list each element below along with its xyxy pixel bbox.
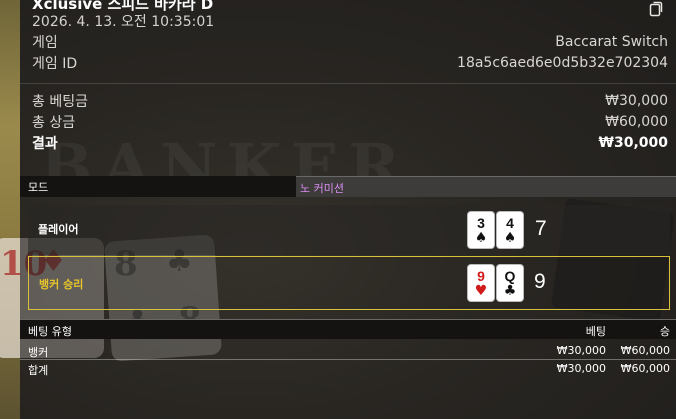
game-history-panel: Xclusive 스피드 바카라 D 2026. 4. 13. 오전 10:35… — [20, 0, 676, 419]
bet-amount-cell: ₩30,000 — [556, 344, 606, 357]
game-value: Baccarat Switch — [555, 34, 668, 50]
game-id-value[interactable]: 18a5c6aed6e0d5b32e702304 — [457, 55, 668, 71]
banker-score: 9 — [534, 270, 546, 293]
banker-result: 뱅커 승리 9 ♥ Q ♣ 9 — [28, 256, 670, 310]
club-icon: ♣ — [503, 282, 517, 299]
card-rank: 9 — [477, 267, 485, 284]
spade-icon: ♠ — [474, 229, 488, 246]
bet-amount-header: 베팅 — [585, 325, 606, 338]
bet-table-header: 베팅 유형 베팅 승 — [20, 319, 676, 339]
mode-value: 노 커미션 — [296, 176, 676, 197]
card-rank: 3 — [477, 214, 485, 231]
divider — [20, 83, 676, 84]
total-win-row: 총 상금 ₩60,000 — [32, 112, 668, 132]
banker-label: 뱅커 승리 — [39, 278, 84, 291]
spade-icon: ♠ — [503, 229, 517, 246]
table-total-row: 합계 ₩30,000 ₩60,000 — [20, 359, 676, 377]
total-type-cell: 합계 — [28, 364, 49, 377]
bet-type-cell: 뱅커 — [28, 346, 49, 359]
card-rank: Q — [504, 267, 516, 284]
player-label: 플레이어 — [38, 223, 79, 236]
heart-icon: ♥ — [474, 282, 488, 299]
total-bet-row: 총 베팅금 ₩30,000 — [32, 91, 668, 111]
player-card-1: 3 ♠ — [468, 212, 494, 248]
mode-bar: 모드 노 커미션 — [20, 176, 676, 197]
banker-card-1: 9 ♥ — [468, 265, 494, 301]
total-bet-label: 총 베팅금 — [32, 94, 88, 110]
result-label: 결과 — [32, 136, 58, 152]
card-rank: 4 — [506, 214, 514, 231]
game-datetime: 2026. 4. 13. 오전 10:35:01 — [32, 14, 215, 30]
total-bet-cell: ₩30,000 — [556, 362, 606, 375]
result-value: ₩30,000 — [598, 135, 668, 151]
copy-button[interactable] — [648, 0, 664, 17]
bet-win-header: 승 — [659, 325, 670, 338]
game-id-row: 게임 ID 18a5c6aed6e0d5b32e702304 — [32, 53, 668, 73]
game-id-label: 게임 ID — [32, 56, 78, 72]
total-win-cell: ₩60,000 — [620, 362, 670, 375]
player-score: 7 — [535, 217, 547, 240]
mode-label: 모드 — [20, 176, 296, 197]
player-result: 플레이어 3 ♠ 4 ♠ 7 — [28, 205, 670, 255]
copy-icon — [649, 1, 663, 17]
game-row: 게임 Baccarat Switch — [32, 32, 668, 52]
total-bet-value: ₩30,000 — [605, 93, 668, 109]
game-label: 게임 — [32, 35, 58, 51]
total-win-label: 총 상금 — [32, 115, 76, 131]
table-row: 뱅커 ₩30,000 ₩60,000 — [20, 342, 676, 359]
result-row: 결과 ₩30,000 — [32, 133, 668, 153]
player-card-2: 4 ♠ — [497, 212, 523, 248]
total-win-value: ₩60,000 — [605, 114, 668, 130]
bet-win-cell: ₩60,000 — [620, 344, 670, 357]
bet-type-header: 베팅 유형 — [28, 325, 72, 338]
banker-card-2: Q ♣ — [497, 265, 523, 301]
